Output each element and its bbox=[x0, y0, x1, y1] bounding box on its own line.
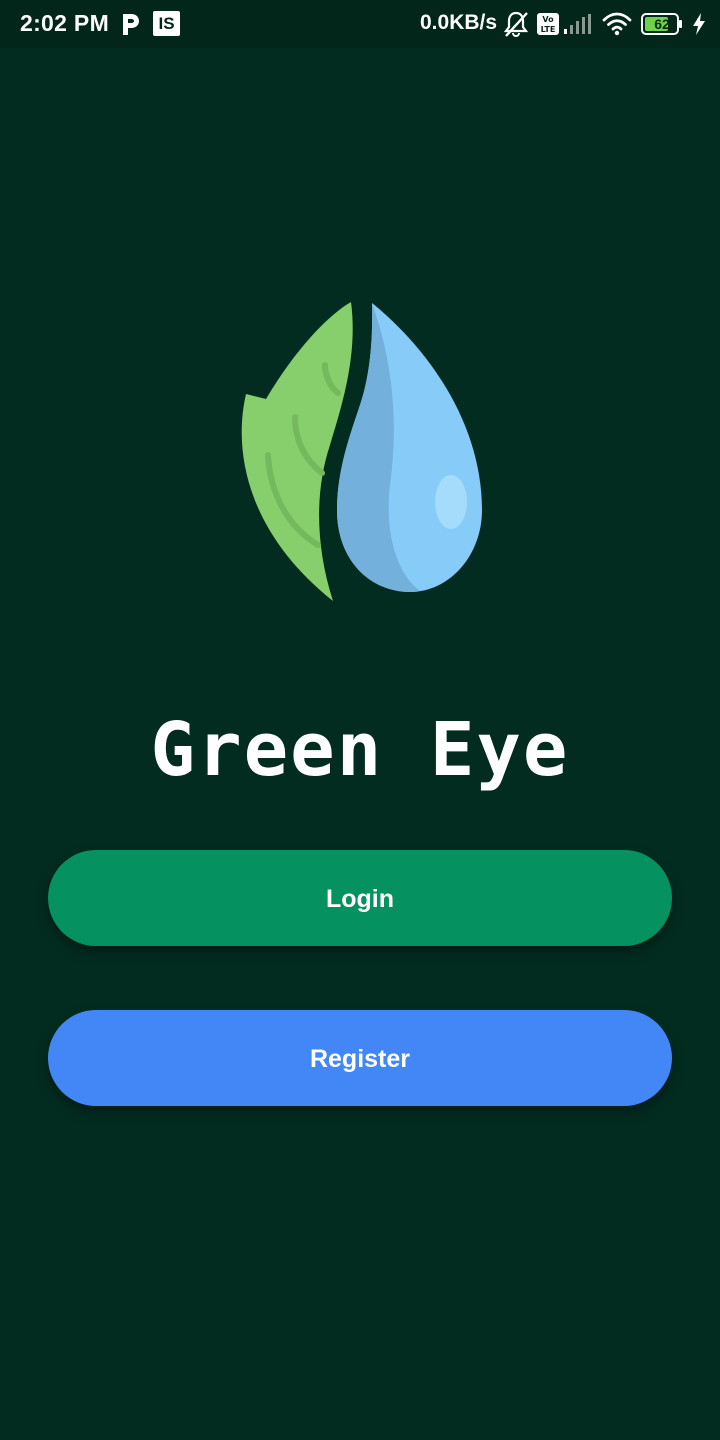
status-time: 2:02 PM bbox=[20, 10, 110, 36]
login-button[interactable]: Login bbox=[48, 850, 672, 946]
muted-bell-icon bbox=[503, 11, 529, 38]
leaf-water-drop-logo bbox=[241, 302, 482, 601]
app-title: Green Eye bbox=[150, 707, 570, 793]
network-speed: 0.0KB/s bbox=[420, 11, 498, 34]
svg-text:LTE: LTE bbox=[541, 25, 556, 34]
battery-level: 62 bbox=[654, 16, 670, 32]
wifi-icon bbox=[602, 12, 632, 36]
signal-icon bbox=[564, 14, 591, 34]
register-button[interactable]: Register bbox=[48, 1010, 672, 1106]
volte-icon: Vo LTE bbox=[537, 13, 559, 35]
charging-icon bbox=[693, 13, 705, 35]
status-bar: 2:02 PM IS 0.0KB/s Vo LTE 62 bbox=[0, 0, 720, 48]
app-screen: 2:02 PM IS 0.0KB/s Vo LTE 62 Green Eye L… bbox=[0, 0, 720, 1440]
svg-text:Vo: Vo bbox=[542, 15, 554, 24]
parking-icon bbox=[123, 14, 139, 35]
is-app-icon: IS bbox=[153, 11, 180, 36]
